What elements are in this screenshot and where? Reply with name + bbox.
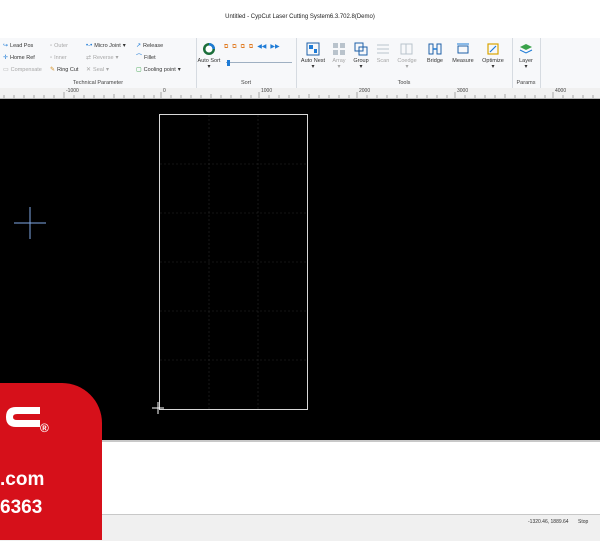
- fillet-icon: ⌒: [136, 55, 143, 61]
- seal-button[interactable]: ✕ Seal ▾: [86, 67, 109, 73]
- sort-tool-3-icon[interactable]: ⧉: [241, 44, 245, 50]
- params-group: Layer ▾ Params: [512, 38, 541, 88]
- ruler-label-0: 0: [163, 88, 166, 94]
- watermark-website: .com: [0, 469, 45, 490]
- release-button[interactable]: ↗ Release: [136, 43, 163, 49]
- sort-tool-row: ⧉ ⧉ ⧉ ⧉ ◀◀ ▶▶: [224, 44, 280, 50]
- fillet-button[interactable]: ⌒ Fillet: [136, 55, 156, 61]
- bridge-button[interactable]: Bridge: [422, 42, 448, 80]
- group-dropdown-icon: ▾: [359, 64, 363, 70]
- compensate-icon: ▭: [3, 67, 9, 73]
- coedge-dropdown-icon: ▾: [405, 64, 409, 70]
- optimize-dropdown-icon: ▾: [491, 64, 495, 70]
- lead-pos-icon: ↪: [3, 43, 9, 49]
- sort-previous-icon[interactable]: ◀◀: [257, 44, 266, 50]
- sort-slider[interactable]: [226, 60, 292, 66]
- ruler-label-neg-1000: -1000: [66, 88, 79, 94]
- release-icon: ↗: [136, 43, 142, 49]
- reverse-icon: ⇄: [86, 55, 92, 61]
- cooling-point-icon: ▢: [136, 67, 142, 73]
- sort-next-icon[interactable]: ▶▶: [270, 44, 279, 50]
- watermark-phone: 6363: [0, 497, 43, 518]
- ruler-ticks: [3, 92, 594, 98]
- coedge-icon: [400, 43, 413, 55]
- ruler-label-2000: 2000: [359, 88, 371, 94]
- drawing-canvas[interactable]: [0, 99, 600, 440]
- layer-dropdown-icon: ▾: [524, 64, 528, 70]
- window-title: Untitled - CypCut Laser Cutting System6.…: [225, 14, 375, 20]
- seal-icon: ✕: [86, 67, 92, 73]
- micro-joint-icon: •-•: [86, 43, 93, 49]
- tools-label: Tools: [397, 80, 411, 86]
- reverse-button[interactable]: ⇄ Reverse ▾: [86, 55, 119, 61]
- params-label: Params: [516, 80, 536, 86]
- auto-nest-button[interactable]: Auto Nest ▾: [300, 42, 326, 80]
- seal-dropdown-icon: ▾: [106, 67, 110, 73]
- sort-tool-1-icon[interactable]: ⧉: [224, 44, 228, 50]
- ring-cut-icon: ✎: [50, 67, 56, 73]
- optimize-icon: [487, 43, 499, 55]
- sheet-outline: [159, 114, 308, 410]
- sheet-grid: [160, 115, 307, 409]
- title-bar: Untitled - CypCut Laser Cutting System6.…: [0, 0, 600, 39]
- tools-group: Auto Nest ▾ Array ▾ Group ▾ Scan Coedge …: [296, 38, 513, 88]
- array-dropdown-icon: ▾: [337, 64, 341, 70]
- scan-button[interactable]: Scan: [370, 42, 396, 80]
- sort-slider-thumb[interactable]: [227, 60, 230, 66]
- outer-button[interactable]: ▫ Outer: [50, 43, 68, 49]
- technical-parameter-group: ↪ Lead Pos ✛ Home Ref ▭ Compensate ▫ Out…: [0, 38, 197, 88]
- registered-mark: ®: [40, 421, 49, 435]
- ruler-label-3000: 3000: [457, 88, 469, 94]
- home-ref-button[interactable]: ✛ Home Ref: [3, 55, 35, 61]
- sort-label: Sort: [240, 80, 252, 86]
- machine-state: Stop: [578, 519, 589, 525]
- scan-icon: [377, 44, 389, 54]
- micro-joint-button[interactable]: •-• Micro Joint ▾: [86, 43, 126, 49]
- sort-tool-2-icon[interactable]: ⧉: [232, 44, 236, 50]
- ruler-label-4000: 4000: [555, 88, 567, 94]
- inner-button[interactable]: ▫ Inner: [50, 55, 67, 61]
- cursor-crosshair-icon: [14, 207, 46, 239]
- auto-nest-dropdown-icon: ▾: [311, 64, 315, 70]
- auto-sort-dropdown-icon: ▾: [207, 64, 211, 70]
- brand-logo-icon: [6, 407, 40, 427]
- sort-group: Auto Sort ▾ ⧉ ⧉ ⧉ ⧉ ◀◀ ▶▶ Sort: [196, 38, 297, 88]
- bridge-icon: [428, 43, 442, 55]
- ribbon-toolbar: ↪ Lead Pos ✛ Home Ref ▭ Compensate ▫ Out…: [0, 38, 600, 89]
- measure-button[interactable]: Measure: [450, 42, 476, 80]
- sort-slider-track: [226, 62, 292, 63]
- compensate-button[interactable]: ▭ Compensate: [3, 67, 42, 73]
- ring-cut-button[interactable]: ✎ Ring Cut: [50, 67, 78, 73]
- auto-sort-button[interactable]: Auto Sort ▾: [196, 42, 222, 80]
- horizontal-ruler: -1000 0 1000 2000 3000 4000: [0, 88, 600, 99]
- layer-button[interactable]: Layer ▾: [513, 42, 539, 80]
- home-ref-icon: ✛: [3, 55, 9, 61]
- micro-joint-dropdown-icon: ▾: [122, 43, 126, 49]
- auto-nest-icon: [306, 42, 320, 56]
- sort-tool-4-icon[interactable]: ⧉: [249, 44, 253, 50]
- watermark-badge: ® .com 6363: [0, 383, 102, 540]
- technical-parameter-label: Technical Parameter: [72, 80, 124, 86]
- measure-icon: [457, 43, 469, 54]
- cooling-point-dropdown-icon: ▾: [177, 67, 181, 73]
- auto-sort-icon: [203, 43, 215, 55]
- cursor-coordinates: -1320.46, 1889.64: [528, 519, 569, 525]
- reverse-dropdown-icon: ▾: [115, 55, 119, 61]
- group-icon: [354, 42, 368, 56]
- coedge-button[interactable]: Coedge ▾: [394, 42, 420, 80]
- layer-icon: [519, 44, 533, 54]
- origin-marker-icon: [152, 402, 164, 414]
- ruler-label-1000: 1000: [261, 88, 273, 94]
- array-icon: [333, 43, 345, 55]
- optimize-button[interactable]: Optimize ▾: [480, 42, 506, 80]
- inner-icon: ▫: [50, 55, 53, 61]
- cooling-point-button[interactable]: ▢ Cooling point ▾: [136, 67, 181, 73]
- lead-pos-button[interactable]: ↪ Lead Pos: [3, 43, 33, 49]
- outer-icon: ▫: [50, 43, 53, 49]
